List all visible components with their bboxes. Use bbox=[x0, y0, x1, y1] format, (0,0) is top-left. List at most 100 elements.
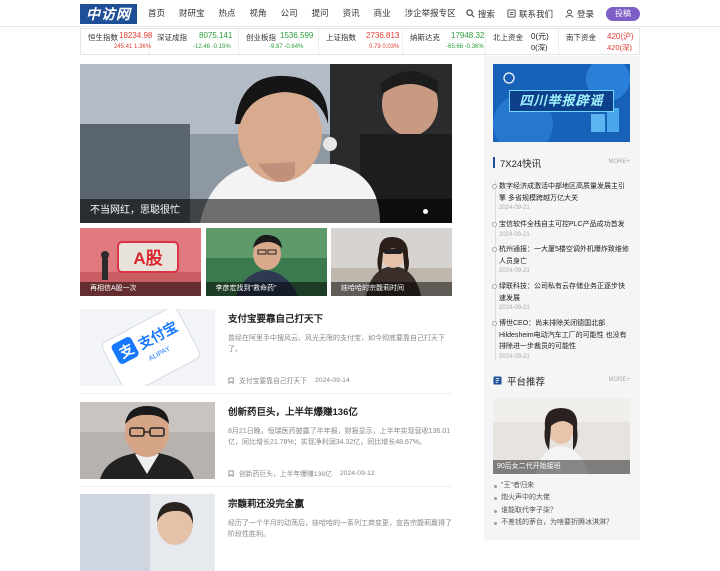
banner-title: 四川举报辟谣 bbox=[509, 90, 614, 112]
hero-carousel[interactable]: 不当网红，思聪很忙 bbox=[80, 64, 452, 223]
article-title[interactable]: 支付宝要靠自己打天下 bbox=[228, 311, 323, 325]
recommend-icon bbox=[493, 376, 502, 385]
recommend-more-link[interactable]: MORE+ bbox=[608, 377, 630, 383]
flash-item-text[interactable]: 博世CEO：尚未排除关闭德国北部Hildesheim电动汽车工厂的可能性 也没有… bbox=[499, 318, 630, 353]
ticker-item[interactable]: 深证成指 8075.141 -12.46 -0.15% bbox=[150, 29, 239, 54]
article-image[interactable]: 支付宝 ALIPAY 支 bbox=[80, 309, 215, 386]
nav-perspective[interactable]: 视角 bbox=[250, 0, 267, 27]
ticker-item[interactable]: 上证指数 2736.813 0.79 0.03% bbox=[319, 29, 403, 54]
flash-item-text[interactable]: 绿联科技：公司私有云存储业务正逐步快速发展 bbox=[499, 281, 630, 304]
ticker-name: 恒生指数 bbox=[88, 33, 118, 42]
featured-thumbnails: A股 再相信A股一次 李彦宏找到"救命药" 娃哈哈的宗馥莉时间 bbox=[80, 228, 452, 296]
article-photo bbox=[80, 402, 215, 479]
flash-item[interactable]: 数字经济成激活中部地区高质量发展主引擎 多省规模跨越万亿大关 2024-09-2… bbox=[492, 181, 630, 211]
article-tag[interactable]: 支付宝要靠自己打天下 bbox=[239, 375, 307, 385]
ticker-change-pct: -0.36% bbox=[464, 44, 484, 50]
ticker-change: 420(深) bbox=[607, 42, 632, 53]
ticker-change-pct: -0.15% bbox=[211, 44, 231, 50]
recommend-list-item[interactable]: 不差钱的茅台，为啥要折腾冰淇淋？ bbox=[493, 517, 630, 529]
ticker-change-pct: -0.64% bbox=[284, 44, 304, 50]
article-item[interactable]: 支付宝 ALIPAY 支 支付宝要靠自己打天下 曾经在阿里手中搜风云、风光无限的… bbox=[80, 309, 452, 387]
nav-home[interactable]: 首页 bbox=[148, 0, 165, 27]
article-tag[interactable]: 创新药巨头，上半年爆赚136亿 bbox=[239, 468, 332, 478]
ticker-name: 上证指数 bbox=[326, 33, 356, 42]
recommend-feature[interactable]: 90后女二代开始接班 bbox=[493, 398, 630, 474]
ticker-change: 245.41 1.36% bbox=[114, 44, 151, 50]
article-photo bbox=[80, 494, 215, 571]
platform-recommend-header: 平台推荐 MORE+ bbox=[493, 374, 630, 388]
article-meta: 支付宝要靠自己打天下 2024-09-14 bbox=[228, 375, 350, 385]
ticker-change-abs: 245.41 bbox=[114, 44, 133, 50]
flash-item-date: 2024-09-21 bbox=[499, 353, 530, 360]
thumb-card[interactable]: 娃哈哈的宗馥莉时间 bbox=[331, 228, 452, 296]
login-button[interactable]: 登录 bbox=[565, 8, 594, 20]
ticker-item[interactable]: 恒生指数 18234.98 245.41 1.36% bbox=[81, 29, 152, 54]
alipay-logo-image: 支付宝 ALIPAY 支 bbox=[80, 309, 215, 386]
recommend-list-item[interactable]: 谁能取代李子柒？ bbox=[493, 505, 630, 517]
nav-company[interactable]: 公司 bbox=[281, 0, 298, 27]
ticker-change: -65.66 -0.36% bbox=[446, 44, 484, 50]
flash-news-header: 7X24快讯 MORE+ bbox=[493, 156, 630, 170]
flash-item-date: 2024-09-21 bbox=[499, 231, 530, 238]
article-item[interactable]: 创新药巨头，上半年爆赚136亿 8月21日晚，恒瑞医药披露了半年报，财报显示，上… bbox=[80, 402, 452, 480]
ticker-change-pct: 0.03% bbox=[382, 44, 400, 50]
flash-item[interactable]: 绿联科技：公司私有云存储业务正逐步快速发展 2024-09-21 bbox=[492, 281, 630, 311]
ticker-value: 17948.32 bbox=[451, 31, 485, 40]
flash-item[interactable]: 博世CEO：尚未排除关闭德国北部Hildesheim电动汽车工厂的可能性 也没有… bbox=[492, 318, 630, 360]
ticker-change-abs: -65.66 bbox=[446, 44, 464, 50]
nav-caiyanbao[interactable]: 财研宝 bbox=[179, 0, 205, 27]
ticker-item[interactable]: 南下资金 420(沪) 420(深) bbox=[559, 29, 639, 54]
nav-hot[interactable]: 热点 bbox=[219, 0, 236, 27]
hero-caption[interactable]: 不当网红，思聪很忙 bbox=[80, 199, 452, 223]
flash-item[interactable]: 杭州通报：一大厦5楼空调外机爆炸致维修人员身亡 2024-09-21 bbox=[492, 244, 630, 274]
login-label: 登录 bbox=[576, 8, 594, 19]
report-banner[interactable]: 四川举报辟谣 bbox=[493, 64, 630, 142]
article-image[interactable] bbox=[80, 402, 215, 479]
nav-report-zone[interactable]: 涉企举报专区 bbox=[405, 0, 456, 27]
section-bar bbox=[493, 157, 495, 168]
ticker-change-abs: 0.79 bbox=[369, 44, 381, 50]
thumb-caption[interactable]: 李彦宏找到"救命药" bbox=[205, 282, 327, 296]
user-icon bbox=[565, 9, 574, 18]
thumb-card[interactable]: A股 再相信A股一次 bbox=[80, 228, 201, 296]
nav-business[interactable]: 商业 bbox=[374, 0, 391, 27]
submit-article-button[interactable]: 投稿 bbox=[606, 6, 640, 21]
flash-item-text[interactable]: 杭州通报：一大厦5楼空调外机爆炸致维修人员身亡 bbox=[499, 244, 630, 267]
article-title[interactable]: 创新药巨头，上半年爆赚136亿 bbox=[228, 404, 358, 418]
ticker-change: -12.46 -0.15% bbox=[193, 44, 231, 50]
nav-news[interactable]: 资讯 bbox=[343, 0, 360, 27]
ticker-name: 北上资金 bbox=[493, 33, 523, 42]
article-title[interactable]: 宗馥莉还没完全赢 bbox=[228, 496, 304, 510]
flash-item[interactable]: 宝信软件全栈自主可控PLC产品成功首发 2024-09-21 bbox=[492, 219, 630, 238]
recommend-list-item[interactable]: "王"者归来 bbox=[493, 480, 630, 492]
carousel-indicator[interactable] bbox=[423, 209, 428, 214]
thumb-card[interactable]: 李彦宏找到"救命药" bbox=[205, 228, 327, 296]
recommend-list-item[interactable]: 炮火声中的大佬 bbox=[493, 492, 630, 504]
ticker-name: 创业板指 bbox=[246, 33, 276, 42]
ticker-item[interactable]: 纳斯达克 17948.32 -65.66 -0.36% bbox=[403, 29, 486, 54]
search-button[interactable]: 搜索 bbox=[466, 8, 495, 20]
ticker-item[interactable]: 北上资金 0(元) 0(深) bbox=[486, 29, 559, 54]
article-meta: 创新药巨头，上半年爆赚136亿 2024-09-12 bbox=[228, 468, 375, 478]
article-date: 2024-09-14 bbox=[314, 376, 350, 384]
flash-item-date: 2024-09-21 bbox=[499, 305, 530, 311]
article-item[interactable]: 宗馥莉还没完全赢 经历了一个半月的动荡后，娃哈哈的一系列工商变更，宣告宗馥莉赢得… bbox=[80, 494, 452, 571]
recommend-caption[interactable]: 90后女二代开始接班 bbox=[493, 460, 630, 474]
flash-item-text[interactable]: 数字经济成激活中部地区高质量发展主引擎 多省规模跨越万亿大关 bbox=[499, 181, 630, 204]
article-image[interactable] bbox=[80, 494, 215, 571]
ticker-item[interactable]: 创业板指 1536.599 -9.87 -0.64% bbox=[239, 29, 319, 54]
thumb-caption[interactable]: 再相信A股一次 bbox=[80, 282, 201, 296]
flash-item-text[interactable]: 宝信软件全栈自主可控PLC产品成功首发 bbox=[499, 219, 630, 231]
ticker-value: 1536.599 bbox=[280, 31, 314, 40]
ticker-change-abs: -12.46 bbox=[193, 44, 211, 50]
main-nav: 首页 财研宝 热点 视角 公司 提问 资讯 商业 涉企举报专区 bbox=[148, 0, 470, 27]
flash-item-date: 2024-09-21 bbox=[499, 268, 530, 274]
flash-more-link[interactable]: MORE+ bbox=[608, 159, 630, 165]
ticker-change: -9.87 -0.64% bbox=[269, 44, 303, 50]
contact-button[interactable]: 联系我们 bbox=[507, 8, 553, 20]
nav-questions[interactable]: 提问 bbox=[312, 0, 329, 27]
market-ticker: 恒生指数 18234.98 245.41 1.36% 深证成指 8075.141 -12.… bbox=[80, 28, 640, 55]
thumb-badge-text: A股 bbox=[133, 249, 162, 268]
thumb-caption[interactable]: 娃哈哈的宗馥莉时间 bbox=[331, 282, 452, 296]
site-logo[interactable]: 中访网 bbox=[80, 4, 137, 24]
